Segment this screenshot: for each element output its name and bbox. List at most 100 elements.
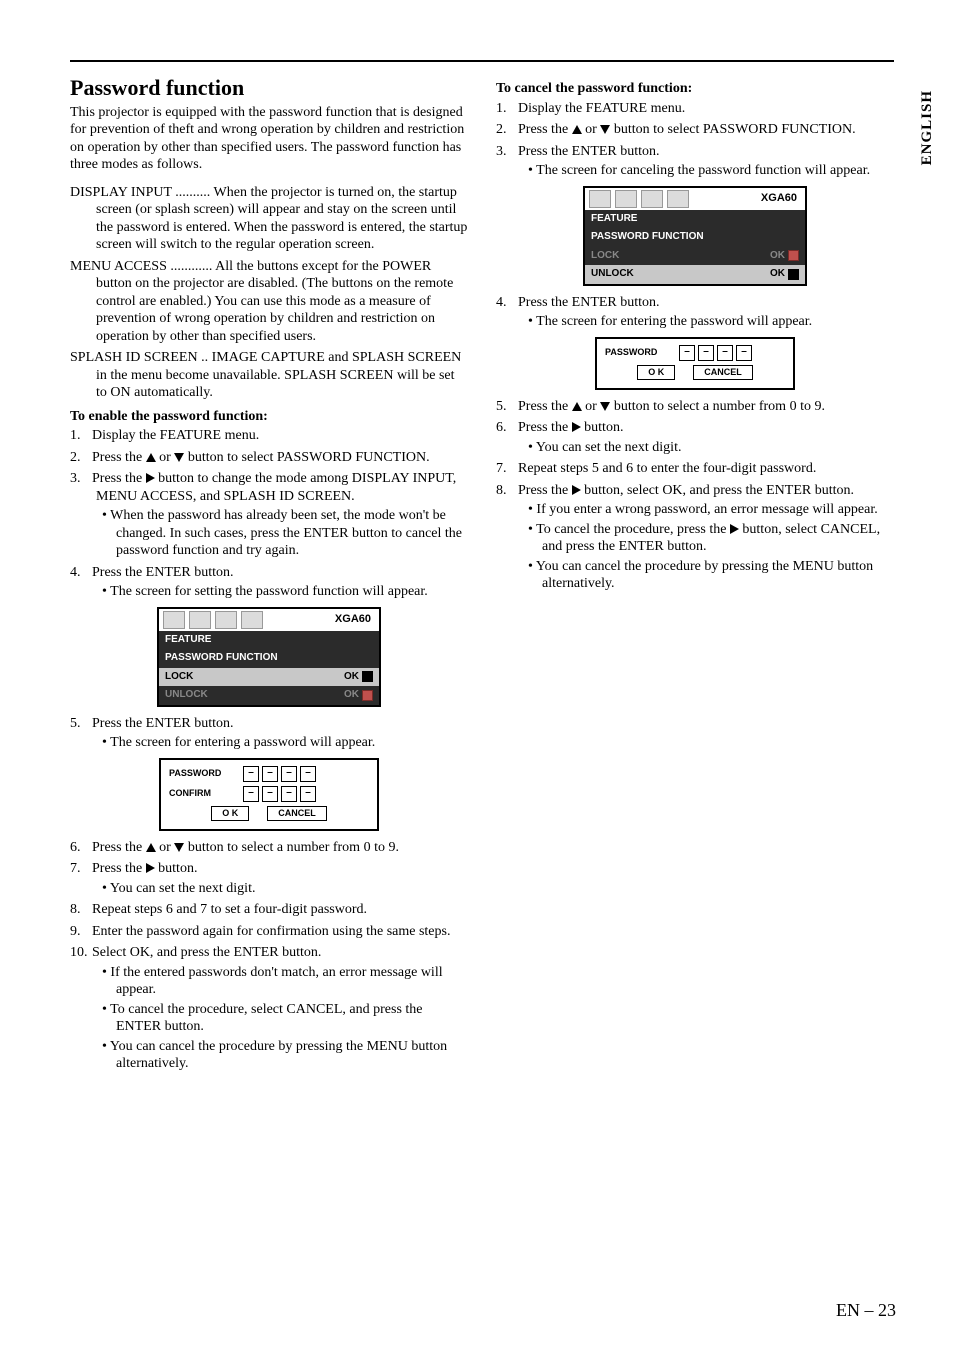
- ok-text: OK: [344, 671, 359, 684]
- step: Press the button. You can set the next d…: [496, 419, 894, 456]
- right-arrow-icon: [572, 422, 581, 432]
- step: Press the or button to select a number f…: [496, 398, 894, 416]
- digit: –: [679, 345, 695, 361]
- step: Press the ENTER button. The screen for e…: [70, 715, 468, 752]
- bullet: You can cancel the procedure by pressing…: [96, 1038, 468, 1073]
- step: Press the ENTER button. The screen for s…: [70, 564, 468, 601]
- bullet: The screen for entering a password will …: [96, 734, 468, 752]
- osd-row-pwfunction: PASSWORD FUNCTION: [159, 649, 379, 668]
- resolution-label: XGA60: [761, 192, 801, 206]
- page-number: EN – 23: [836, 1300, 896, 1321]
- pwd-row-password: PASSWORD – – – –: [605, 345, 785, 361]
- bullet: You can set the next digit.: [522, 439, 894, 457]
- mode-label: DISPLAY INPUT ..........: [70, 185, 210, 200]
- ok-square-icon: [788, 269, 799, 280]
- right-arrow-icon: [730, 524, 739, 534]
- ok-button: O K: [637, 365, 675, 380]
- digit: –: [281, 766, 297, 782]
- up-arrow-icon: [572, 125, 582, 134]
- step-text: Repeat steps 6 and 7 to set a four-digit…: [92, 902, 367, 917]
- osd-box: XGA60 FEATURE PASSWORD FUNCTION LOCK OK …: [157, 607, 381, 707]
- step: Press the or button to select PASSWORD F…: [496, 121, 894, 139]
- digit: –: [300, 766, 316, 782]
- mode-display-input: DISPLAY INPUT .......... When the projec…: [70, 184, 468, 254]
- tab-icon: [615, 190, 637, 208]
- tab-icon: [215, 611, 237, 629]
- digit: –: [262, 766, 278, 782]
- intro-paragraph: This projector is equipped with the pass…: [70, 104, 468, 174]
- pwd-row-confirm: CONFIRM – – – –: [169, 786, 369, 802]
- digit: –: [736, 345, 752, 361]
- osd-label: PASSWORD FUNCTION: [165, 652, 373, 665]
- enable-steps: Display the FEATURE menu. Press the or b…: [70, 427, 468, 601]
- step: Press the button to change the mode amon…: [70, 470, 468, 560]
- digit: –: [717, 345, 733, 361]
- ok-button: O K: [211, 806, 249, 821]
- two-columns: Password function This projector is equi…: [70, 74, 894, 1079]
- resolution-label: XGA60: [335, 613, 375, 627]
- section-heading: Password function: [70, 74, 468, 102]
- ok-square-icon: [362, 671, 373, 682]
- enable-steps-cont: Press the ENTER button. The screen for e…: [70, 715, 468, 752]
- ok-square-icon: [362, 690, 373, 701]
- bullet: To cancel the procedure, press the butto…: [522, 521, 894, 556]
- ok-indicator: OK: [770, 268, 799, 281]
- bullet: To cancel the procedure, select CANCEL, …: [96, 1001, 468, 1036]
- pwd-label: PASSWORD: [169, 768, 233, 779]
- step: Select OK, and press the ENTER button. I…: [70, 944, 468, 1073]
- osd-row-lock: LOCK OK: [159, 668, 379, 687]
- down-arrow-icon: [174, 453, 184, 462]
- cancel-button: CANCEL: [693, 365, 753, 380]
- step: Press the button. You can set the next d…: [70, 860, 468, 897]
- pwd-label: PASSWORD: [605, 347, 669, 358]
- ok-indicator: OK: [344, 689, 373, 702]
- osd-row-lock-disabled: LOCK OK: [585, 247, 805, 266]
- bullet: The screen for setting the password func…: [96, 583, 468, 601]
- tab-icon: [163, 611, 185, 629]
- enable-steps-cont2: Press the or button to select a number f…: [70, 839, 468, 1073]
- right-arrow-icon: [572, 485, 581, 495]
- ok-text: OK: [770, 250, 785, 263]
- up-arrow-icon: [146, 453, 156, 462]
- password-confirm-box: PASSWORD – – – – CONFIRM – –: [70, 758, 468, 831]
- digit-group: – – – –: [243, 766, 316, 782]
- tab-icon: [641, 190, 663, 208]
- tab-icon: [589, 190, 611, 208]
- digit: –: [281, 786, 297, 802]
- step: Display the FEATURE menu.: [496, 100, 894, 118]
- mode-menu-access: MENU ACCESS ............ All the buttons…: [70, 258, 468, 346]
- step-text: Press the ENTER button.: [518, 295, 660, 310]
- pwd-row-password: PASSWORD – – – –: [169, 766, 369, 782]
- osd-row-feature: FEATURE: [585, 210, 805, 229]
- step: Enter the password again for confirmatio…: [70, 923, 468, 941]
- tab-icon: [241, 611, 263, 629]
- ok-text: OK: [344, 689, 359, 702]
- osd-row-pwfunction: PASSWORD FUNCTION: [585, 228, 805, 247]
- step-text: Select OK, and press the ENTER button.: [92, 945, 321, 960]
- osd-label: LOCK: [165, 671, 344, 684]
- right-column: To cancel the password function: Display…: [496, 74, 894, 1079]
- down-arrow-icon: [174, 843, 184, 852]
- bullet: The screen for canceling the password fu…: [522, 162, 894, 180]
- step: Press the ENTER button. The screen for e…: [496, 294, 894, 331]
- bullet: When the password has already been set, …: [96, 507, 468, 560]
- bullet: The screen for entering the password wil…: [522, 313, 894, 331]
- cancel-steps: Display the FEATURE menu. Press the or b…: [496, 100, 894, 180]
- step: Repeat steps 6 and 7 to set a four-digit…: [70, 901, 468, 919]
- digit: –: [262, 786, 278, 802]
- pwd-buttons: O K CANCEL: [605, 365, 785, 380]
- step: Press the ENTER button. The screen for c…: [496, 143, 894, 180]
- step: Press the or button to select a number f…: [70, 839, 468, 857]
- ok-indicator: OK: [344, 671, 373, 684]
- osd-tabs: XGA60: [585, 188, 805, 210]
- step: Press the button, select OK, and press t…: [496, 482, 894, 593]
- digit-group: – – – –: [679, 345, 752, 361]
- bullet: You can cancel the procedure by pressing…: [522, 558, 894, 593]
- osd-label: LOCK: [591, 250, 770, 263]
- step-text: Press the ENTER button.: [92, 716, 234, 731]
- down-arrow-icon: [600, 402, 610, 411]
- step-text: Display the FEATURE menu.: [518, 101, 685, 116]
- right-arrow-icon: [146, 473, 155, 483]
- osd-row-unlock: UNLOCK OK: [585, 265, 805, 284]
- top-rule: [70, 60, 894, 62]
